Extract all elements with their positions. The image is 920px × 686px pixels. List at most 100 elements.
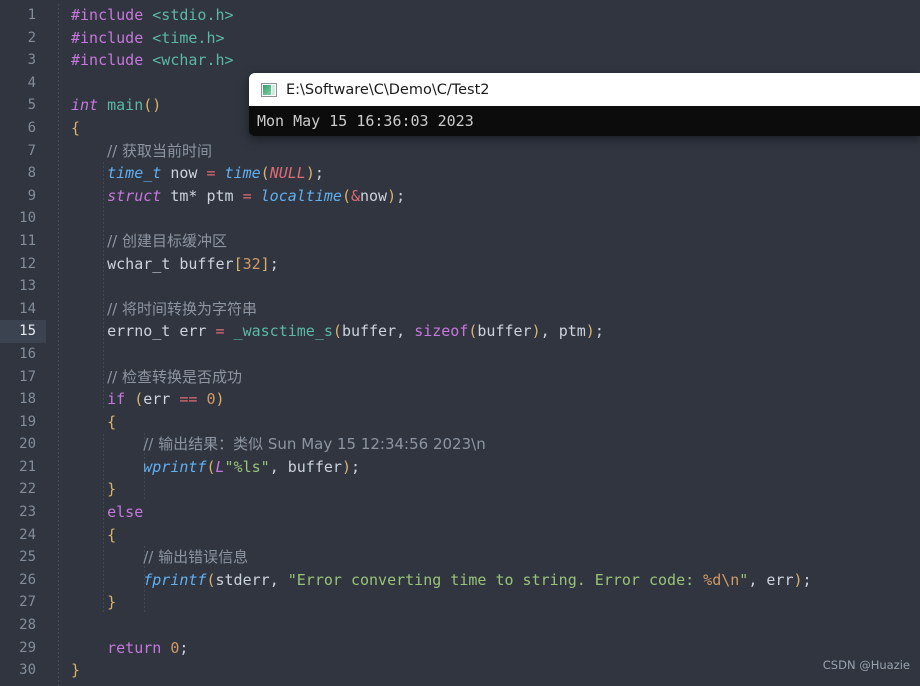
line-number[interactable]: 27 <box>0 591 36 614</box>
line-number[interactable]: 24 <box>0 524 36 547</box>
token-identifier-now: now <box>170 164 198 183</box>
code-line-15[interactable]: errno_t err = _wasctime_s(buffer, sizeof… <box>71 320 920 343</box>
token-comma: , <box>269 457 279 476</box>
code-line-20[interactable]: // 输出结果：类似 Sun May 15 12:34:56 2023\n <box>71 433 920 456</box>
token-type-time-t: time_t <box>107 164 162 183</box>
token-paren-close: ) <box>215 390 225 409</box>
line-number[interactable]: 21 <box>0 456 36 479</box>
token-type-wchar-t: wchar_t <box>107 254 171 273</box>
line-number-active[interactable]: 15 <box>0 320 46 343</box>
line-number[interactable]: 22 <box>0 478 36 501</box>
code-line-30[interactable]: } <box>71 659 920 682</box>
token-identifier-buffer: buffer <box>341 322 397 341</box>
line-number[interactable]: 19 <box>0 411 36 434</box>
code-line-7[interactable]: // 获取当前时间 <box>71 140 920 163</box>
code-line-27[interactable]: } <box>71 591 920 614</box>
token-keyword-sizeof: sizeof <box>414 322 469 341</box>
token-function-localtime: localtime <box>260 186 342 205</box>
line-number[interactable]: 25 <box>0 546 36 569</box>
line-number[interactable]: 6 <box>0 117 36 140</box>
token-paren-open: ( <box>260 164 270 183</box>
code-line-8[interactable]: time_t now = time(NULL); <box>71 162 920 185</box>
token-semicolon: ; <box>269 254 279 273</box>
token-brace-open: { <box>107 525 117 544</box>
code-line-25[interactable]: // 输出错误信息 <box>71 546 920 569</box>
code-line-21[interactable]: wprintf(L"%ls", buffer); <box>71 456 920 479</box>
code-line-24[interactable]: { <box>71 524 920 547</box>
token-identifier-err: err <box>143 390 171 409</box>
code-line-13[interactable] <box>71 275 920 298</box>
token-paren-open: ( <box>206 457 216 476</box>
console-title-text: E:\Software\C\Demo\C/Test2 <box>286 81 490 98</box>
line-number-gutter[interactable]: 1 2 3 4 5 6 7 8 9 10 11 12 13 14 15 16 1… <box>0 4 46 686</box>
line-number[interactable]: 11 <box>0 230 36 253</box>
code-line-10[interactable] <box>71 207 920 230</box>
token-paren-open: ( <box>332 322 342 341</box>
token-function-main: main <box>107 96 144 115</box>
token-include: #include <box>71 28 144 47</box>
token-identifier-buffer: buffer <box>477 322 532 341</box>
code-line-17[interactable]: // 检查转换是否成功 <box>71 366 920 389</box>
code-line-22[interactable]: } <box>71 478 920 501</box>
token-semicolon: ; <box>350 457 360 476</box>
token-string-escape: %d\n <box>703 570 740 589</box>
line-number[interactable]: 12 <box>0 253 36 276</box>
line-number[interactable]: 20 <box>0 433 36 456</box>
token-identifier-buffer: buffer <box>287 457 342 476</box>
token-keyword-else: else <box>107 503 144 522</box>
line-number[interactable]: 9 <box>0 185 36 208</box>
line-number[interactable]: 30 <box>0 659 36 682</box>
code-line-18[interactable]: if (err == 0) <box>71 388 920 411</box>
line-number[interactable]: 14 <box>0 298 36 321</box>
line-number[interactable]: 13 <box>0 275 36 298</box>
code-line-9[interactable]: struct tm* ptm = localtime(&now); <box>71 185 920 208</box>
code-line-11[interactable]: // 创建目标缓冲区 <box>71 230 920 253</box>
token-comma: , <box>396 322 406 341</box>
line-number[interactable]: 29 <box>0 637 36 660</box>
code-line-23[interactable]: else <box>71 501 920 524</box>
console-title-bar[interactable]: E:\Software\C\Demo\C/Test2 <box>249 73 920 106</box>
line-number[interactable]: 7 <box>0 140 36 163</box>
code-line-2[interactable]: #include <time.h> <box>71 27 920 50</box>
token-brace-open: { <box>71 118 81 137</box>
line-number[interactable]: 17 <box>0 366 36 389</box>
token-comment-create-buffer: // 创建目标缓冲区 <box>107 231 228 250</box>
code-line-16[interactable] <box>71 343 920 366</box>
token-operator-equals: == <box>179 390 198 409</box>
token-identifier-stderr: stderr <box>215 570 270 589</box>
line-number[interactable]: 16 <box>0 343 36 366</box>
code-line-14[interactable]: // 将时间转换为字符串 <box>71 298 920 321</box>
code-line-26[interactable]: fprintf(stderr, "Error converting time t… <box>71 569 920 592</box>
line-number[interactable]: 4 <box>0 72 36 95</box>
token-paren-close: ) <box>793 570 803 589</box>
line-number[interactable]: 8 <box>0 162 36 185</box>
token-comment-check: // 检查转换是否成功 <box>107 367 243 386</box>
code-line-1[interactable]: #include <stdio.h> <box>71 4 920 27</box>
token-keyword-return: return <box>107 638 162 657</box>
token-semicolon: ; <box>396 186 406 205</box>
token-paren-open: ( <box>143 96 153 115</box>
token-bracket-close: ] <box>260 254 270 273</box>
token-paren-open: ( <box>341 186 351 205</box>
token-comment-output-error: // 输出错误信息 <box>143 548 249 567</box>
code-line-19[interactable]: { <box>71 411 920 434</box>
line-number[interactable]: 1 <box>0 4 36 27</box>
line-number[interactable]: 5 <box>0 94 36 117</box>
code-line-3[interactable]: #include <wchar.h> <box>71 49 920 72</box>
line-number[interactable]: 2 <box>0 27 36 50</box>
line-number[interactable]: 26 <box>0 569 36 592</box>
token-keyword-if: if <box>107 390 126 409</box>
code-line-28[interactable] <box>71 614 920 637</box>
code-line-29[interactable]: return 0; <box>71 637 920 660</box>
token-header-wchar: <wchar.h> <box>152 51 234 70</box>
code-line-12[interactable]: wchar_t buffer[32]; <box>71 253 920 276</box>
console-window[interactable]: E:\Software\C\Demo\C/Test2 Mon May 15 16… <box>249 73 920 136</box>
line-number[interactable]: 28 <box>0 614 36 637</box>
token-header-stdio: <stdio.h> <box>152 6 234 24</box>
line-number[interactable]: 18 <box>0 388 36 411</box>
line-number[interactable]: 23 <box>0 501 36 524</box>
token-identifier-ptm: ptm <box>206 186 234 205</box>
token-identifier-now: now <box>360 186 388 205</box>
line-number[interactable]: 3 <box>0 49 36 72</box>
line-number[interactable]: 10 <box>0 207 36 230</box>
